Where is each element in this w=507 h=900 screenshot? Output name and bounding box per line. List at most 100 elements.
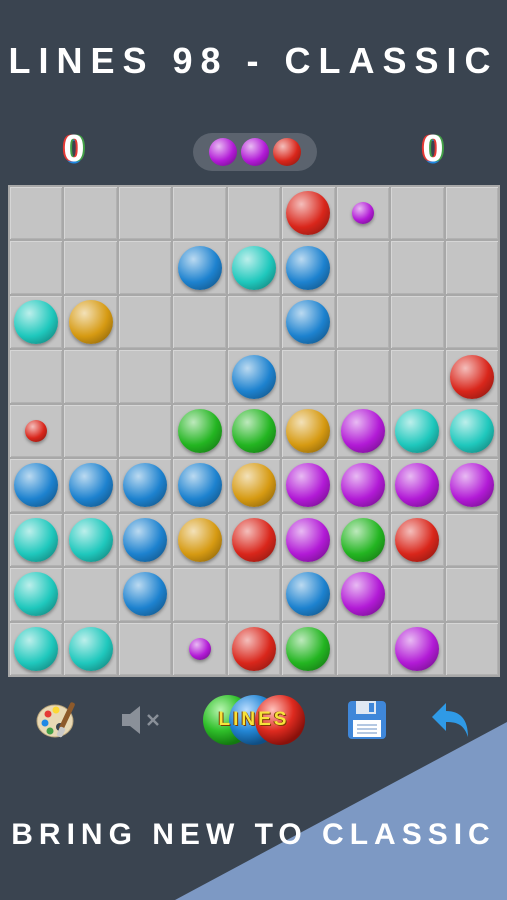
ball-green[interactable] [340, 517, 385, 562]
board-cell[interactable] [282, 568, 335, 621]
board-cell[interactable] [391, 295, 444, 349]
board-cell[interactable] [227, 295, 281, 349]
ball-green[interactable] [286, 626, 331, 671]
board-cell[interactable] [391, 622, 444, 675]
board-cell[interactable] [64, 404, 117, 458]
board-cell[interactable] [282, 622, 335, 675]
floppy-disk-icon[interactable] [340, 690, 394, 750]
ball-cyan[interactable] [68, 626, 113, 671]
board-cell[interactable] [336, 622, 390, 675]
board-cell[interactable] [391, 513, 444, 567]
board-cell[interactable] [336, 404, 390, 458]
ball-green[interactable] [231, 408, 276, 453]
ball-cyan[interactable] [68, 517, 113, 562]
board-cell[interactable] [227, 350, 281, 403]
board-cell[interactable] [64, 350, 117, 403]
board-cell[interactable] [336, 241, 390, 294]
ball-cyan[interactable] [14, 626, 59, 671]
board-cell[interactable] [64, 459, 117, 512]
incoming-ball-purple[interactable] [188, 637, 211, 660]
ball-blue[interactable] [286, 245, 331, 290]
board-cell[interactable] [173, 295, 226, 349]
ball-blue[interactable] [286, 300, 331, 345]
board-cell[interactable] [10, 622, 63, 675]
ball-blue[interactable] [123, 517, 168, 562]
board-cell[interactable] [118, 404, 172, 458]
board-cell[interactable] [10, 187, 63, 240]
ball-red[interactable] [286, 191, 331, 236]
board-cell[interactable] [227, 404, 281, 458]
board-cell[interactable] [64, 568, 117, 621]
board-cell[interactable] [391, 350, 444, 403]
ball-purple[interactable] [286, 517, 331, 562]
board-cell[interactable] [173, 459, 226, 512]
game-board[interactable] [8, 185, 500, 677]
board-cell[interactable] [227, 568, 281, 621]
board-cell[interactable] [10, 350, 63, 403]
board-cell[interactable] [118, 350, 172, 403]
board-cell[interactable] [173, 241, 226, 294]
speaker-muted-icon[interactable] [112, 690, 168, 750]
board-cell[interactable] [445, 404, 498, 458]
board-cell[interactable] [227, 513, 281, 567]
board-cell[interactable] [118, 513, 172, 567]
board-cell[interactable] [391, 187, 444, 240]
board-cell[interactable] [391, 404, 444, 458]
board-cell[interactable] [118, 568, 172, 621]
board-cell[interactable] [391, 459, 444, 512]
board-cell[interactable] [118, 622, 172, 675]
board-cell[interactable] [118, 295, 172, 349]
board-cell[interactable] [391, 568, 444, 621]
ball-purple[interactable] [395, 626, 440, 671]
board-cell[interactable] [118, 241, 172, 294]
board-cell[interactable] [10, 241, 63, 294]
board-cell[interactable] [10, 295, 63, 349]
ball-purple[interactable] [340, 408, 385, 453]
board-cell[interactable] [282, 350, 335, 403]
ball-blue[interactable] [14, 463, 59, 508]
board-cell[interactable] [10, 513, 63, 567]
board-cell[interactable] [10, 568, 63, 621]
board-cell[interactable] [445, 568, 498, 621]
ball-cyan[interactable] [231, 245, 276, 290]
board-cell[interactable] [336, 459, 390, 512]
ball-yellow[interactable] [231, 463, 276, 508]
board-cell[interactable] [227, 187, 281, 240]
board-cell[interactable] [445, 241, 498, 294]
board-cell[interactable] [64, 622, 117, 675]
ball-red[interactable] [231, 517, 276, 562]
board-cell[interactable] [445, 513, 498, 567]
ball-purple[interactable] [286, 463, 331, 508]
ball-purple[interactable] [449, 463, 494, 508]
board-cell[interactable] [173, 622, 226, 675]
board-cell[interactable] [10, 459, 63, 512]
board-cell[interactable] [227, 459, 281, 512]
incoming-ball-red[interactable] [25, 419, 48, 442]
board-cell[interactable] [64, 295, 117, 349]
board-cell[interactable] [64, 187, 117, 240]
board-cell[interactable] [336, 513, 390, 567]
ball-yellow[interactable] [177, 517, 222, 562]
ball-blue[interactable] [286, 572, 331, 617]
board-cell[interactable] [282, 513, 335, 567]
board-cell[interactable] [391, 241, 444, 294]
lines-logo[interactable]: LINES [198, 690, 310, 750]
board-cell[interactable] [173, 513, 226, 567]
board-cell[interactable] [445, 187, 498, 240]
ball-green[interactable] [177, 408, 222, 453]
board-cell[interactable] [282, 295, 335, 349]
board-cell[interactable] [282, 241, 335, 294]
ball-yellow[interactable] [286, 408, 331, 453]
board-cell[interactable] [173, 404, 226, 458]
board-cell[interactable] [227, 241, 281, 294]
ball-blue[interactable] [177, 463, 222, 508]
board-cell[interactable] [336, 568, 390, 621]
incoming-ball-purple[interactable] [351, 202, 374, 225]
board-cell[interactable] [445, 459, 498, 512]
board-cell[interactable] [445, 622, 498, 675]
ball-purple[interactable] [340, 572, 385, 617]
ball-blue[interactable] [68, 463, 113, 508]
board-cell[interactable] [336, 295, 390, 349]
ball-red[interactable] [231, 626, 276, 671]
board-cell[interactable] [173, 568, 226, 621]
